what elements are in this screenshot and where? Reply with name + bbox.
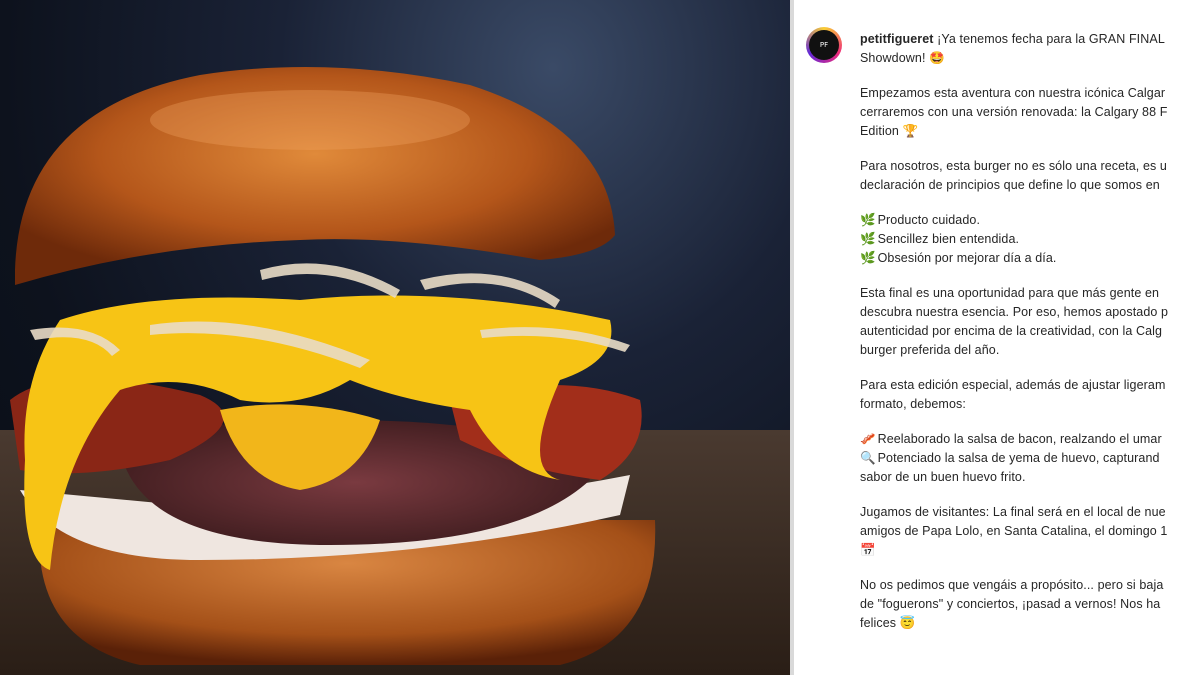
change-text: Potenciado la salsa de yema de huevo, ca… — [877, 451, 1160, 465]
bullet-text: Sencillez bien entendida. — [877, 232, 1020, 246]
bullet-item: 🌿 Sencillez bien entendida. — [860, 230, 1200, 249]
caption-headline: ¡Ya tenemos fecha para la GRAN FINAL — [933, 32, 1165, 46]
avatar-logo: PF — [809, 30, 839, 60]
caption-line: descubra nuestra esencia. Por eso, hemos… — [860, 305, 1169, 319]
change-item: 🥓 Reelaborado la salsa de bacon, realzan… — [860, 430, 1200, 449]
caption-headline-cont: Showdown! 🤩 — [860, 51, 945, 65]
herb-icon: 🌿 — [860, 232, 876, 246]
caption-line: cerraremos con una versión renovada: la … — [860, 105, 1168, 119]
caption-line: declaración de principios que define lo … — [860, 178, 1160, 192]
herb-icon: 🌿 — [860, 213, 876, 227]
profile-avatar[interactable]: PF — [806, 27, 842, 63]
caption-line: burger preferida del año. — [860, 343, 1000, 357]
caption-line: No os pedimos que vengáis a propósito...… — [860, 578, 1164, 592]
bullet-item: 🌿 Producto cuidado. — [860, 211, 1200, 230]
change-item: 🔍 Potenciado la salsa de yema de huevo, … — [860, 449, 1200, 468]
caption-line: felices 😇 — [860, 616, 916, 630]
caption-line: amigos de Papa Lolo, en Santa Catalina, … — [860, 524, 1168, 538]
herb-icon: 🌿 — [860, 251, 876, 265]
caption-paragraph-4: Para esta edición especial, además de aj… — [860, 376, 1200, 414]
caption-paragraph-1: Empezamos esta aventura con nuestra icón… — [860, 84, 1200, 141]
caption-line: de "foguerons" y conciertos, ¡pasad a ve… — [860, 597, 1161, 611]
calendar-icon: 📅 — [860, 543, 876, 557]
change-text: Reelaborado la salsa de bacon, realzando… — [877, 432, 1162, 446]
caption-bullet-list: 🌿 Producto cuidado. 🌿 Sencillez bien ent… — [860, 211, 1200, 268]
post-caption-panel: PF petitfigueret ¡Ya tenemos fecha para … — [794, 0, 1200, 675]
bacon-icon: 🥓 — [860, 432, 876, 446]
change-text-cont: sabor de un buen huevo frito. — [860, 470, 1026, 484]
username-link[interactable]: petitfigueret — [860, 32, 934, 46]
magnifier-icon: 🔍 — [860, 451, 876, 465]
burger-illustration — [0, 67, 790, 675]
caption-line: Empezamos esta aventura con nuestra icón… — [860, 86, 1166, 100]
caption-line: Para esta edición especial, además de aj… — [860, 378, 1166, 392]
caption-line: Para nosotros, esta burger no es sólo un… — [860, 159, 1167, 173]
caption-paragraph-3: Esta final es una oportunidad para que m… — [860, 284, 1200, 360]
caption-paragraph-6: No os pedimos que vengáis a propósito...… — [860, 576, 1200, 633]
caption-paragraph-5: Jugamos de visitantes: La final será en … — [860, 503, 1200, 560]
caption-line: autenticidad por encima de la creativida… — [860, 324, 1163, 338]
post-photo-burger[interactable] — [0, 0, 790, 675]
caption-line: Jugamos de visitantes: La final será en … — [860, 505, 1166, 519]
bullet-item: 🌿 Obsesión por mejorar día a día. — [860, 249, 1200, 268]
caption-paragraph-2: Para nosotros, esta burger no es sólo un… — [860, 157, 1200, 195]
caption-line: Edition 🏆 — [860, 124, 919, 138]
bullet-text: Obsesión por mejorar día a día. — [877, 251, 1057, 265]
caption-line: formato, debemos: — [860, 397, 966, 411]
caption-changes-list: 🥓 Reelaborado la salsa de bacon, realzan… — [860, 430, 1200, 487]
bullet-text: Producto cuidado. — [877, 213, 981, 227]
post-caption: petitfigueret ¡Ya tenemos fecha para la … — [860, 30, 1200, 649]
caption-line: Esta final es una oportunidad para que m… — [860, 286, 1160, 300]
